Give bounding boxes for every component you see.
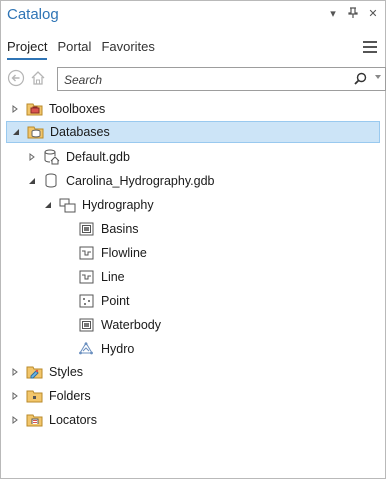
folder-icon: [25, 388, 43, 404]
expand-arrow-icon[interactable]: [9, 366, 21, 378]
styles-folder-icon: [25, 364, 43, 380]
window-controls: ▾ ✕: [327, 7, 379, 22]
tree-item-label: Folders: [49, 389, 91, 403]
tree-item-label: Flowline: [101, 246, 147, 260]
search-options-dropdown-icon[interactable]: [375, 75, 381, 79]
line-feature-class-icon: [77, 245, 95, 261]
catalog-tabs: Project Portal Favorites: [7, 39, 155, 60]
back-arrow-icon[interactable]: [7, 69, 25, 87]
expand-arrow-icon[interactable]: [9, 103, 21, 115]
home-icon[interactable]: [29, 69, 47, 87]
tab-project[interactable]: Project: [7, 39, 48, 60]
tree-item-line[interactable]: Line: [61, 266, 125, 288]
tree-item-waterbody[interactable]: Waterbody: [61, 314, 161, 336]
expand-arrow-icon[interactable]: [26, 151, 38, 163]
geometric-network-icon: [77, 341, 95, 357]
feature-dataset-icon: [58, 197, 76, 213]
database-folder-icon: [26, 124, 44, 140]
tree-item-basins[interactable]: Basins: [61, 218, 139, 240]
tree-item-label: Databases: [50, 125, 110, 139]
collapse-arrow-icon[interactable]: [10, 126, 22, 138]
tab-portal[interactable]: Portal: [57, 39, 91, 60]
point-feature-class-icon: [77, 293, 95, 309]
tree-item-label: Hydro: [101, 342, 135, 356]
tree-item-label: Toolboxes: [49, 102, 106, 116]
tree-item-label: Line: [101, 270, 125, 284]
geodatabase-icon: [42, 173, 60, 189]
expand-arrow-icon[interactable]: [9, 390, 21, 402]
tree-item-flowline[interactable]: Flowline: [61, 242, 147, 264]
tree-item-databases[interactable]: Databases: [6, 121, 380, 143]
expand-arrow-icon[interactable]: [9, 414, 21, 426]
tree-item-label: Basins: [101, 222, 139, 236]
tree-item-carolina-hydrography-gdb[interactable]: Carolina_Hydrography.gdb: [26, 170, 214, 192]
locator-folder-icon: [25, 412, 43, 428]
search-input[interactable]: [62, 70, 346, 89]
tree-item-toolboxes[interactable]: Toolboxes: [9, 98, 105, 120]
tree-item-styles[interactable]: Styles: [9, 361, 83, 383]
pane-titlebar: Catalog ▾ ✕: [1, 1, 385, 31]
pin-menu-icon[interactable]: ▾: [327, 7, 339, 22]
tree-item-label: Waterbody: [101, 318, 161, 332]
catalog-pane: Catalog ▾ ✕ Project Portal Favorites Sea…: [0, 0, 386, 479]
collapse-arrow-icon[interactable]: [26, 175, 38, 187]
tree-item-label: Carolina_Hydrography.gdb: [66, 174, 215, 188]
tab-favorites[interactable]: Favorites: [101, 39, 154, 60]
toolbox-icon: [25, 101, 43, 117]
tree-item-label: Hydrography: [82, 198, 154, 212]
collapse-arrow-icon[interactable]: [42, 199, 54, 211]
tree-item-label: Styles: [49, 365, 84, 379]
tree-item-hydro[interactable]: Hydro: [61, 338, 134, 360]
tree-item-label: Point: [101, 294, 130, 308]
polygon-feature-class-icon: [77, 317, 95, 333]
hamburger-menu-icon[interactable]: [363, 41, 377, 53]
tree-item-hydrography[interactable]: Hydrography: [42, 194, 154, 216]
search-icon[interactable]: [354, 72, 367, 90]
close-icon[interactable]: ✕: [367, 7, 379, 22]
pin-icon[interactable]: [347, 7, 359, 22]
tree-item-point[interactable]: Point: [61, 290, 130, 312]
polygon-feature-class-icon: [77, 221, 95, 237]
tree-item-label: Default.gdb: [66, 150, 130, 164]
pane-title: Catalog: [7, 6, 59, 23]
line-feature-class-icon: [77, 269, 95, 285]
tree-item-locators[interactable]: Locators: [9, 409, 97, 431]
tree-item-default-gdb[interactable]: Default.gdb: [26, 146, 130, 168]
tree-item-folders[interactable]: Folders: [9, 385, 91, 407]
search-box: [57, 67, 386, 91]
geodatabase-home-icon: [42, 149, 60, 165]
catalog-toolbar: [7, 67, 386, 91]
tree-item-label: Locators: [49, 413, 97, 427]
